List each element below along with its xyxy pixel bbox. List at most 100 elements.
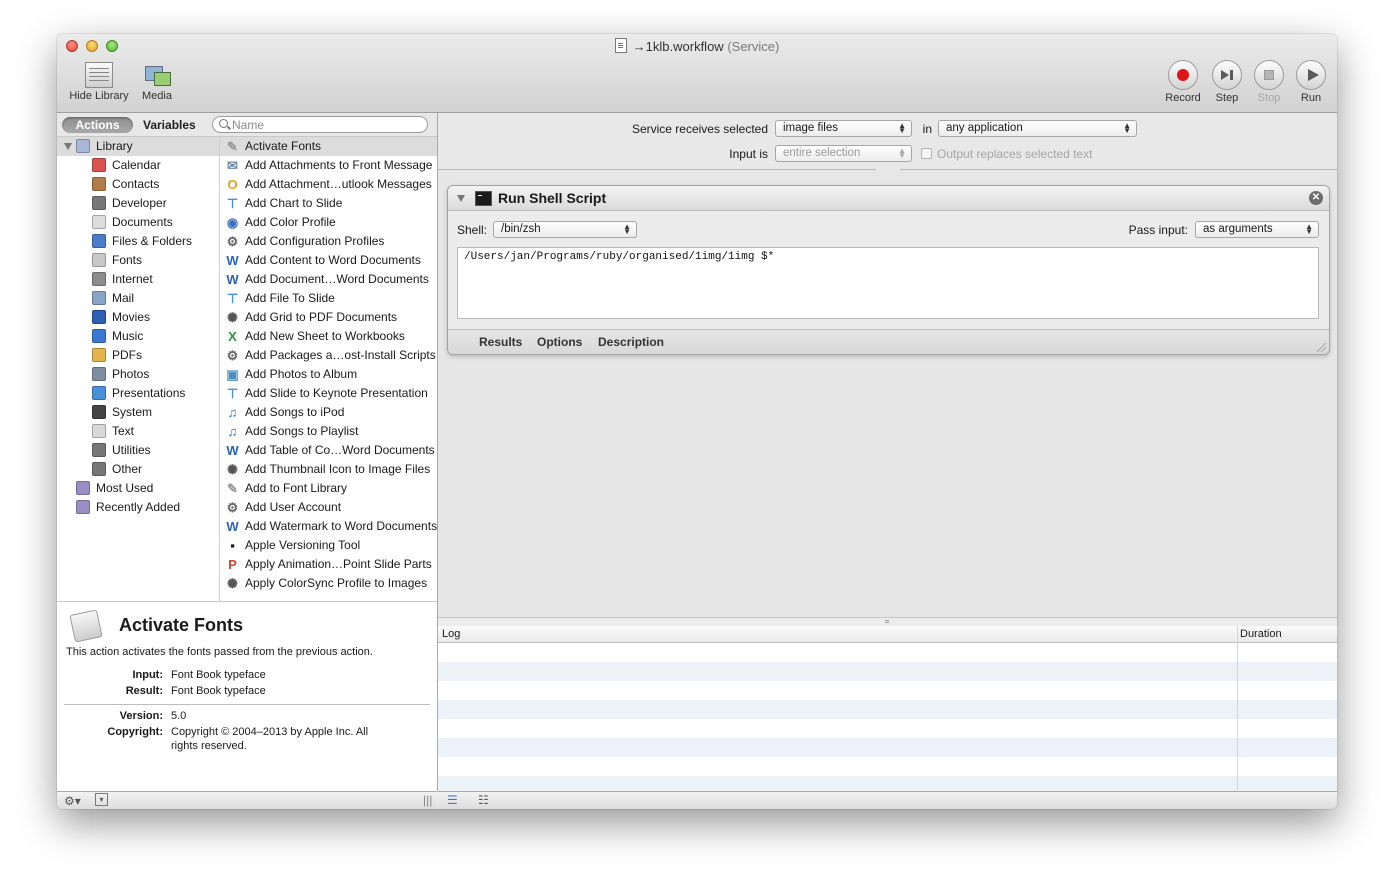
log-row (438, 662, 1337, 681)
action-list-item[interactable]: ✎ Activate Fonts (220, 137, 437, 156)
record-button[interactable]: Record (1162, 60, 1204, 104)
action-list-item[interactable]: ▣ Add Photos to Album (220, 365, 437, 384)
action-list-item[interactable]: ▪ Apple Versioning Tool (220, 536, 437, 555)
sidebar-item-pdfs[interactable]: PDFs (57, 346, 219, 365)
sidebar-item-library[interactable]: Library (57, 137, 219, 156)
shell-popup[interactable]: /bin/zsh ▲ ▼ (493, 221, 637, 238)
sidebar-item-label: Internet (112, 272, 153, 286)
sidebar-item-utilities[interactable]: Utilities (57, 441, 219, 460)
action-list-item[interactable]: ♫ Add Songs to Playlist (220, 422, 437, 441)
action-list-item[interactable]: O Add Attachment…utlook Messages (220, 175, 437, 194)
application-popup[interactable]: any application ▲ ▼ (938, 120, 1137, 137)
sidebar-item-movies[interactable]: Movies (57, 308, 219, 327)
script-editor[interactable] (457, 247, 1319, 319)
duration-column-header[interactable]: Duration (1240, 626, 1282, 642)
close-icon[interactable]: ✕ (1309, 191, 1323, 205)
action-label: Add Photos to Album (245, 367, 358, 381)
sidebar-item-text[interactable]: Text (57, 422, 219, 441)
action-label: Add User Account (245, 500, 342, 514)
action-list-item[interactable]: W Add Table of Co…Word Documents (220, 441, 437, 460)
resize-handle-icon[interactable]: ||| (423, 793, 432, 807)
show-description-icon[interactable]: ▾ (95, 793, 108, 806)
sidebar-item-recently-added[interactable]: Recently Added (57, 498, 219, 517)
service-bar-notch (875, 169, 901, 179)
action-list-item[interactable]: ⊤ Add File To Slide (220, 289, 437, 308)
action-list-item[interactable]: ✺ Add Grid to PDF Documents (220, 308, 437, 327)
action-list-item[interactable]: W Add Watermark to Word Documents (220, 517, 437, 536)
sidebar-item-other[interactable]: Other (57, 460, 219, 479)
disclosure-triangle-icon[interactable] (64, 143, 72, 150)
tab-actions[interactable]: Actions (62, 117, 133, 133)
preview-icon: ✺ (227, 462, 238, 477)
list-view-icon[interactable]: ☰ (447, 793, 458, 807)
sidebar-item-contacts[interactable]: Contacts (57, 175, 219, 194)
log-splitter[interactable] (438, 617, 1337, 626)
sidebar-item-most-used[interactable]: Most Used (57, 479, 219, 498)
itunes-icon: ♫ (227, 405, 238, 420)
action-list-item[interactable]: ✺ Apply ColorSync Profile to Images (220, 574, 437, 593)
action-list-item[interactable]: ⚙ Add Configuration Profiles (220, 232, 437, 251)
sidebar-item-label: Developer (112, 196, 167, 210)
in-label: in (922, 122, 932, 136)
tab-description[interactable]: Description (598, 335, 664, 349)
action-list-item[interactable]: ✺ Add Thumbnail Icon to Image Files (220, 460, 437, 479)
action-list-item[interactable]: P Apply Animation…Point Slide Parts (220, 555, 437, 574)
finder-icon (92, 234, 106, 248)
popup-arrows-icon: ▲ ▼ (898, 146, 906, 160)
search-field[interactable] (212, 116, 428, 133)
tab-results[interactable]: Results (479, 335, 522, 349)
log-column-header[interactable]: Log (442, 626, 460, 642)
log-view-icon[interactable]: ☷ (478, 793, 489, 807)
automator-icon: ⚙ (226, 348, 239, 363)
iphoto-icon: ▣ (226, 367, 239, 382)
action-list-item[interactable]: ⊤ Add Slide to Keynote Presentation (220, 384, 437, 403)
action-list-item[interactable]: ✉ Add Attachments to Front Message (220, 156, 437, 175)
action-list-item[interactable]: W Add Document…Word Documents (220, 270, 437, 289)
keynote-icon: ⊤ (226, 196, 239, 211)
toolbar: →1klb.workflow (Service) Hide Library Me… (57, 34, 1337, 113)
action-list-item[interactable]: ⚙ Add User Account (220, 498, 437, 517)
run-button[interactable]: Run (1291, 60, 1331, 104)
tab-options[interactable]: Options (537, 335, 582, 349)
action-list-item[interactable]: ✎ Add to Font Library (220, 479, 437, 498)
action-list-item[interactable]: X Add New Sheet to Workbooks (220, 327, 437, 346)
pass-input-popup[interactable]: as arguments ▲ ▼ (1195, 221, 1319, 238)
action-list-item[interactable]: ◉ Add Color Profile (220, 213, 437, 232)
gear-icon[interactable]: ⚙▾ (64, 794, 81, 808)
sidebar-item-system[interactable]: System (57, 403, 219, 422)
version-value: 5.0 (171, 710, 187, 722)
sidebar-item-photos[interactable]: Photos (57, 365, 219, 384)
collapse-triangle-icon[interactable] (457, 195, 465, 202)
sidebar-item-label: Recently Added (96, 500, 181, 514)
sidebar-item-presentations[interactable]: Presentations (57, 384, 219, 403)
sidebar-item-music[interactable]: Music (57, 327, 219, 346)
action-list-item[interactable]: ⊤ Add Chart to Slide (220, 194, 437, 213)
input-is-popup[interactable]: entire selection ▲ ▼ (775, 145, 912, 162)
sidebar-item-mail[interactable]: Mail (57, 289, 219, 308)
run-shell-script-action: Run Shell Script ✕ Shell: /bin/zsh ▲ ▼ Pa… (447, 185, 1330, 355)
action-list-item[interactable]: ⚙ Add Packages a…ost-Install Scripts (220, 346, 437, 365)
powerpoint-icon: P (228, 557, 237, 572)
column-separator (1237, 626, 1238, 791)
output-replaces-checkbox[interactable] (921, 148, 932, 159)
sidebar-item-developer[interactable]: Developer (57, 194, 219, 213)
sidebar-item-fonts[interactable]: Fonts (57, 251, 219, 270)
receives-type-popup[interactable]: image files ▲ ▼ (775, 120, 912, 137)
sidebar-item-calendar[interactable]: Calendar (57, 156, 219, 175)
media-label: Media (142, 90, 172, 102)
action-label: Add New Sheet to Workbooks (245, 329, 405, 343)
tab-variables[interactable]: Variables (143, 117, 196, 133)
media-button[interactable]: Media (137, 62, 177, 102)
sidebar-item-documents[interactable]: Documents (57, 213, 219, 232)
sidebar-item-files-folders[interactable]: Files & Folders (57, 232, 219, 251)
stop-button[interactable]: Stop (1249, 60, 1289, 104)
sidebar-item-label: Text (112, 424, 135, 438)
step-button[interactable]: Step (1207, 60, 1247, 104)
hide-library-button[interactable]: Hide Library (65, 62, 133, 102)
sidebar-item-internet[interactable]: Internet (57, 270, 219, 289)
resize-grip-icon[interactable] (1317, 343, 1326, 352)
font-icon: ✎ (227, 139, 238, 154)
action-list-item[interactable]: W Add Content to Word Documents (220, 251, 437, 270)
search-input[interactable] (232, 117, 422, 132)
action-list-item[interactable]: ♫ Add Songs to iPod (220, 403, 437, 422)
